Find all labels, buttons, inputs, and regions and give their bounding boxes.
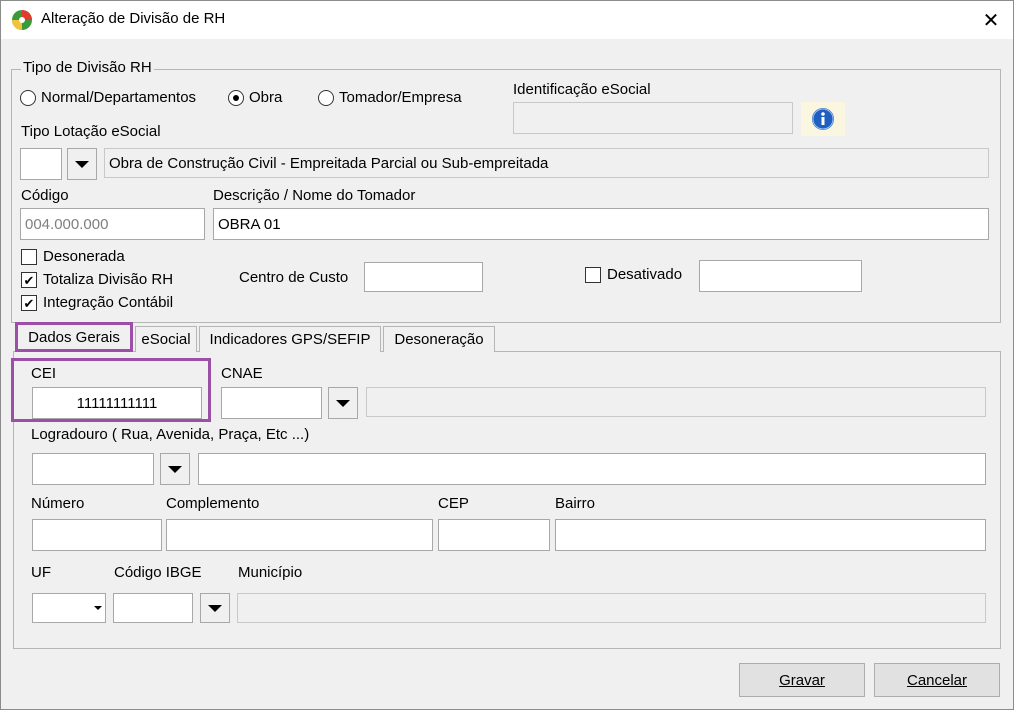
codigo-field[interactable]: 004.000.000 (20, 208, 205, 240)
chevron-down-icon (208, 604, 222, 612)
checkmark-icon: ✔ (23, 295, 35, 311)
descricao-field[interactable]: OBRA 01 (213, 208, 989, 240)
identificacao-label: Identificação eSocial (513, 81, 651, 98)
gravar-button-label: Gravar (779, 671, 825, 689)
codigo-ibge-label: Código IBGE (114, 564, 202, 581)
bairro-field[interactable] (555, 519, 986, 551)
chevron-down-icon (94, 606, 102, 610)
integracao-checkbox[interactable]: ✔ (21, 295, 37, 311)
tab-indicadores-label: Indicadores GPS/SEFIP (209, 331, 371, 348)
tipo-lotacao-code-field[interactable] (20, 148, 62, 180)
identificacao-field (513, 102, 793, 134)
tab-desoneracao-label: Desoneração (394, 331, 484, 348)
desonerada-checkbox[interactable] (21, 249, 37, 265)
numero-label: Número (31, 495, 85, 512)
logradouro-label: Logradouro ( Rua, Avenida, Praça, Etc ..… (31, 426, 310, 443)
complemento-field[interactable] (166, 519, 433, 551)
info-button[interactable] (801, 102, 845, 136)
cancelar-button[interactable]: Cancelar (874, 663, 1000, 697)
uf-select[interactable] (32, 593, 106, 623)
tab-indicadores[interactable]: Indicadores GPS/SEFIP (199, 326, 381, 352)
municipio-label: Município (238, 564, 303, 581)
dialog-window: Alteração de Divisão de RH ✕ Tipo de Div… (0, 0, 1014, 710)
codigo-label: Código (21, 187, 69, 204)
radio-obra[interactable] (228, 90, 244, 106)
radio-tomador-label: Tomador/Empresa (339, 89, 462, 106)
checkmark-icon: ✔ (23, 272, 35, 288)
info-icon (812, 108, 834, 130)
cnae-label: CNAE (221, 365, 263, 382)
radio-obra-label: Obra (249, 89, 283, 106)
tipo-lotacao-dropdown-button[interactable] (67, 148, 97, 180)
cei-field[interactable]: 11111111111 (32, 387, 202, 419)
tab-esocial[interactable]: eSocial (135, 326, 197, 352)
window-title: Alteração de Divisão de RH (41, 10, 226, 27)
desativado-label: Desativado (607, 266, 683, 283)
title-bar: Alteração de Divisão de RH ✕ (1, 1, 1013, 39)
desativado-checkbox[interactable] (585, 267, 601, 283)
cnae-field[interactable] (221, 387, 322, 419)
desonerada-label: Desonerada (43, 248, 125, 265)
uf-label: UF (31, 564, 51, 581)
descricao-label: Descrição / Nome do Tomador (213, 187, 416, 204)
app-logo-icon (12, 10, 32, 30)
logradouro-dropdown-button[interactable] (160, 453, 190, 485)
cei-label: CEI (31, 365, 57, 382)
cep-label: CEP (438, 495, 469, 512)
close-icon: ✕ (982, 9, 1000, 32)
radio-normal[interactable] (20, 90, 36, 106)
integracao-label: Integração Contábil (43, 294, 174, 311)
tab-dados-gerais[interactable]: Dados Gerais (15, 322, 133, 352)
close-button[interactable]: ✕ (969, 1, 1013, 39)
gravar-button[interactable]: Gravar (739, 663, 865, 697)
chevron-down-icon (75, 160, 89, 168)
municipio-field (237, 593, 986, 623)
complemento-label: Complemento (166, 495, 260, 512)
tab-desoneracao[interactable]: Desoneração (383, 326, 495, 352)
desativado-field[interactable] (699, 260, 862, 292)
tipo-lotacao-label: Tipo Lotação eSocial (21, 123, 161, 140)
chevron-down-icon (336, 399, 350, 407)
totaliza-checkbox[interactable]: ✔ (21, 272, 37, 288)
logradouro-type-field[interactable] (32, 453, 154, 485)
radio-tomador[interactable] (318, 90, 334, 106)
centro-custo-field[interactable] (364, 262, 483, 292)
centro-custo-label: Centro de Custo (239, 269, 349, 286)
cancelar-button-label: Cancelar (906, 671, 968, 689)
codigo-ibge-field[interactable] (113, 593, 193, 623)
tab-esocial-label: eSocial (141, 331, 191, 348)
cep-field[interactable] (438, 519, 550, 551)
cnae-description (366, 387, 986, 417)
tipo-lotacao-description: Obra de Construção Civil - Empreitada Pa… (104, 148, 989, 178)
totaliza-label: Totaliza Divisão RH (43, 271, 174, 288)
radio-normal-label: Normal/Departamentos (41, 89, 197, 106)
tab-dados-gerais-label: Dados Gerais (28, 328, 120, 346)
chevron-down-icon (168, 465, 182, 473)
tipo-divisao-legend: Tipo de Divisão RH (21, 59, 154, 76)
bairro-label: Bairro (555, 495, 596, 512)
codigo-ibge-dropdown-button[interactable] (200, 593, 230, 623)
cnae-dropdown-button[interactable] (328, 387, 358, 419)
logradouro-field[interactable] (198, 453, 986, 485)
numero-field[interactable] (32, 519, 162, 551)
